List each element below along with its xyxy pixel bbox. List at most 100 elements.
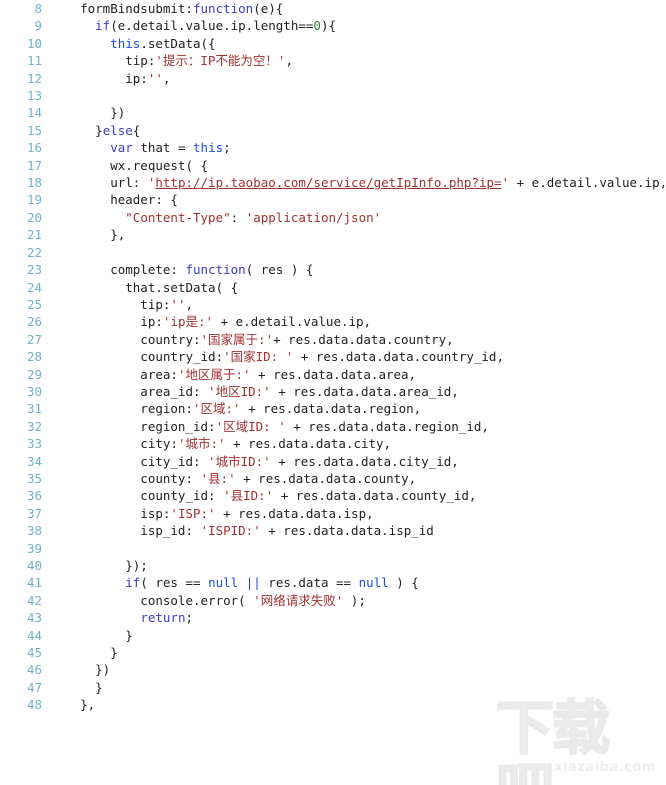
code-token-plain: ){ bbox=[320, 18, 337, 34]
code-line-content[interactable]: complete: function( res ) { bbox=[50, 261, 666, 278]
code-line[interactable]: 35 county: '县:' + res.data.data.county, bbox=[0, 470, 666, 487]
code-token-str: '城市ID:' bbox=[208, 453, 271, 469]
code-line[interactable]: 46 }) bbox=[0, 661, 666, 678]
code-line-content[interactable]: }) bbox=[50, 661, 666, 678]
code-line-content[interactable]: county: '县:' + res.data.data.county, bbox=[50, 470, 666, 487]
code-line-content[interactable]: if(e.detail.value.ip.length==0){ bbox=[50, 17, 666, 34]
code-line-content[interactable]: } bbox=[50, 679, 666, 696]
code-token-kw: function bbox=[185, 262, 246, 278]
line-number: 12 bbox=[26, 70, 42, 86]
code-line[interactable]: 48 }, bbox=[0, 696, 666, 713]
code-line[interactable]: 30 area_id: '地区ID:' + res.data.data.area… bbox=[0, 383, 666, 400]
code-line-content[interactable] bbox=[50, 540, 666, 557]
code-line[interactable]: 15 }else{ bbox=[0, 122, 666, 139]
code-line[interactable]: 31 region:'区域:' + res.data.data.region, bbox=[0, 400, 666, 417]
code-line[interactable]: 34 city_id: '城市ID:' + res.data.data.city… bbox=[0, 453, 666, 470]
code-line[interactable]: 8 formBindsubmit:function(e){ bbox=[0, 0, 666, 17]
code-line-content[interactable]: formBindsubmit:function(e){ bbox=[50, 0, 666, 17]
code-line[interactable]: 12 ip:'', bbox=[0, 70, 666, 87]
code-line[interactable]: 13 bbox=[0, 87, 666, 104]
code-line[interactable]: 43 return; bbox=[0, 609, 666, 626]
code-line[interactable]: 9 if(e.detail.value.ip.length==0){ bbox=[0, 17, 666, 34]
code-viewer[interactable]: 8 formBindsubmit:function(e){9 if(e.deta… bbox=[0, 0, 666, 785]
code-line[interactable]: 26 ip:'ip是:' + e.detail.value.ip, bbox=[0, 313, 666, 330]
code-line-text: county_id: '县ID:' + res.data.data.county… bbox=[50, 487, 666, 504]
code-line-content[interactable]: var that = this; bbox=[50, 139, 666, 156]
code-line-content[interactable]: city_id: '城市ID:' + res.data.data.city_id… bbox=[50, 453, 666, 470]
code-line-content[interactable]: ip:'', bbox=[50, 70, 666, 87]
code-line-content[interactable]: tip:'提示：IP不能为空！', bbox=[50, 52, 666, 69]
code-line[interactable]: 11 tip:'提示：IP不能为空！', bbox=[0, 52, 666, 69]
code-token-plain: area_id: bbox=[50, 383, 209, 399]
code-line[interactable]: 23 complete: function( res ) { bbox=[0, 261, 666, 278]
code-line[interactable]: 20 "Content-Type": 'application/json' bbox=[0, 209, 666, 226]
code-line-content[interactable]: country_id:'国家ID: ' + res.data.data.coun… bbox=[50, 348, 666, 365]
code-line[interactable]: 37 isp:'ISP:' + res.data.data.isp, bbox=[0, 505, 666, 522]
code-line-content[interactable]: this.setData({ bbox=[50, 35, 666, 52]
code-line[interactable]: 25 tip:'', bbox=[0, 296, 666, 313]
code-line-content[interactable]: header: { bbox=[50, 191, 666, 208]
code-line[interactable]: 21 }, bbox=[0, 226, 666, 243]
code-line-content[interactable]: }); bbox=[50, 557, 666, 574]
code-line[interactable]: 27 country:'国家属于:'+ res.data.data.countr… bbox=[0, 331, 666, 348]
code-line-text: return; bbox=[50, 609, 666, 626]
code-line-content[interactable]: tip:'', bbox=[50, 296, 666, 313]
code-line-content[interactable]: county_id: '县ID:' + res.data.data.county… bbox=[50, 487, 666, 504]
code-line-content[interactable]: } bbox=[50, 627, 666, 644]
code-line[interactable]: 47 } bbox=[0, 679, 666, 696]
code-line-content[interactable]: } bbox=[50, 644, 666, 661]
code-line[interactable]: 14 }) bbox=[0, 104, 666, 121]
code-line-content[interactable]: wx.request( { bbox=[50, 157, 666, 174]
code-line-content[interactable]: }, bbox=[50, 696, 666, 713]
code-line-content[interactable]: url: 'http://ip.taobao.com/service/getIp… bbox=[50, 174, 666, 191]
code-line-content[interactable]: }, bbox=[50, 226, 666, 243]
code-line[interactable]: 16 var that = this; bbox=[0, 139, 666, 156]
code-line-content[interactable] bbox=[50, 244, 666, 261]
code-line-content[interactable]: country:'国家属于:'+ res.data.data.country, bbox=[50, 331, 666, 348]
code-line-content[interactable] bbox=[50, 87, 666, 104]
code-line-content[interactable]: return; bbox=[50, 609, 666, 626]
code-token-plain: + res.data.data.region_id, bbox=[285, 418, 489, 434]
line-number: 48 bbox=[26, 697, 42, 713]
code-line-content[interactable]: }else{ bbox=[50, 122, 666, 139]
code-line[interactable]: 38 isp_id: 'ISPID:' + res.data.data.isp_… bbox=[0, 522, 666, 539]
code-line-content[interactable]: isp_id: 'ISPID:' + res.data.data.isp_id bbox=[50, 522, 666, 539]
code-line[interactable]: 42 console.error( '网络请求失败' ); bbox=[0, 592, 666, 609]
code-line[interactable]: 18 url: 'http://ip.taobao.com/service/ge… bbox=[0, 174, 666, 191]
code-line-content[interactable]: area_id: '地区ID:' + res.data.data.area_id… bbox=[50, 383, 666, 400]
code-line[interactable]: 39 bbox=[0, 540, 666, 557]
code-line-content[interactable]: "Content-Type": 'application/json' bbox=[50, 209, 666, 226]
code-line[interactable]: 36 county_id: '县ID:' + res.data.data.cou… bbox=[0, 487, 666, 504]
code-line[interactable]: 29 area:'地区属于:' + res.data.data.area, bbox=[0, 366, 666, 383]
code-line[interactable]: 28 country_id:'国家ID: ' + res.data.data.c… bbox=[0, 348, 666, 365]
code-line-content[interactable]: region:'区域:' + res.data.data.region, bbox=[50, 400, 666, 417]
code-token-plain: ; bbox=[223, 140, 231, 156]
code-line-content[interactable]: }) bbox=[50, 104, 666, 121]
code-line[interactable]: 22 bbox=[0, 244, 666, 261]
code-token-str: ' bbox=[501, 175, 510, 191]
code-line[interactable]: 10 this.setData({ bbox=[0, 35, 666, 52]
code-line-content[interactable]: region_id:'区域ID: ' + res.data.data.regio… bbox=[50, 418, 666, 435]
code-line-content[interactable]: isp:'ISP:' + res.data.data.isp, bbox=[50, 505, 666, 522]
line-number: 36 bbox=[26, 488, 42, 504]
code-line[interactable]: 19 header: { bbox=[0, 191, 666, 208]
code-line[interactable]: 45 } bbox=[0, 644, 666, 661]
code-line[interactable]: 40 }); bbox=[0, 557, 666, 574]
watermark-url-text: www.xiazaiba.com bbox=[512, 760, 656, 775]
line-number: 30 bbox=[26, 383, 42, 399]
code-line-content[interactable]: city:'城市:' + res.data.data.city, bbox=[50, 435, 666, 452]
code-line[interactable]: 17 wx.request( { bbox=[0, 157, 666, 174]
code-line[interactable]: 24 that.setData( { bbox=[0, 279, 666, 296]
code-token-plain: area: bbox=[50, 366, 178, 382]
code-line-content[interactable]: console.error( '网络请求失败' ); bbox=[50, 592, 666, 609]
code-line-content[interactable]: ip:'ip是:' + e.detail.value.ip, bbox=[50, 313, 666, 330]
code-token-link[interactable]: http://ip.taobao.com/service/getIpInfo.p… bbox=[155, 175, 501, 190]
code-token-plain: + res.data.data.area, bbox=[250, 366, 417, 382]
code-line[interactable]: 33 city:'城市:' + res.data.data.city, bbox=[0, 435, 666, 452]
code-line-content[interactable]: if( res == null || res.data == null ) { bbox=[50, 574, 666, 591]
code-line[interactable]: 32 region_id:'区域ID: ' + res.data.data.re… bbox=[0, 418, 666, 435]
code-line-content[interactable]: that.setData( { bbox=[50, 279, 666, 296]
code-line-content[interactable]: area:'地区属于:' + res.data.data.area, bbox=[50, 366, 666, 383]
code-line[interactable]: 44 } bbox=[0, 627, 666, 644]
code-line[interactable]: 41 if( res == null || res.data == null )… bbox=[0, 574, 666, 591]
